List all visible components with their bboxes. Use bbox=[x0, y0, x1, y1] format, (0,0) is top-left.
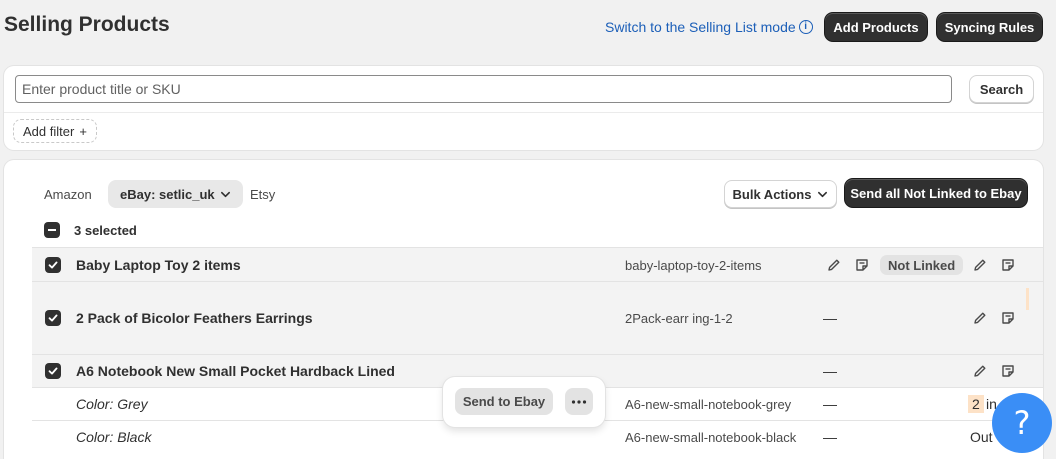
pencil-icon[interactable] bbox=[826, 257, 842, 273]
product-sku: 2Pack-earr ing-1-2 bbox=[625, 311, 733, 326]
help-chat-button[interactable]: ? bbox=[992, 393, 1052, 453]
variant-label: Color: Black bbox=[76, 429, 152, 445]
product-title[interactable]: A6 Notebook New Small Pocket Hardback Li… bbox=[76, 363, 395, 379]
tab-amazon[interactable]: Amazon bbox=[44, 180, 92, 208]
page-title: Selling Products bbox=[4, 13, 170, 36]
search-button[interactable]: Search bbox=[969, 75, 1034, 103]
pencil-icon[interactable] bbox=[972, 257, 988, 273]
product-title[interactable]: Baby Laptop Toy 2 items bbox=[76, 257, 241, 273]
more-actions-button[interactable] bbox=[565, 388, 593, 415]
syncing-rules-button[interactable]: Syncing Rules bbox=[937, 13, 1042, 41]
quantity-badge: 2 bbox=[968, 395, 984, 413]
tab-etsy[interactable]: Etsy bbox=[250, 180, 275, 208]
add-filter-button[interactable]: Add filter + bbox=[13, 119, 97, 143]
table-row[interactable]: 2 Pack of Bicolor Feathers Earrings 2Pac… bbox=[32, 281, 1043, 354]
empty-value: — bbox=[823, 363, 837, 379]
divider bbox=[4, 112, 1043, 113]
row-checkbox[interactable] bbox=[45, 310, 61, 326]
table-row[interactable]: Baby Laptop Toy 2 items baby-laptop-toy-… bbox=[32, 247, 1043, 281]
row-checkbox[interactable] bbox=[45, 363, 61, 379]
product-title[interactable]: 2 Pack of Bicolor Feathers Earrings bbox=[76, 310, 313, 326]
empty-value: — bbox=[823, 429, 837, 445]
send-all-not-linked-button[interactable]: Send all Not Linked to Ebay bbox=[845, 179, 1027, 207]
check-icon bbox=[48, 314, 58, 322]
tab-ebay-label: eBay: setlic_uk bbox=[120, 186, 215, 202]
variant-sku: A6-new-small-notebook-grey bbox=[625, 397, 792, 412]
info-icon: i bbox=[798, 20, 813, 34]
plus-icon: + bbox=[79, 123, 87, 139]
note-icon[interactable] bbox=[1000, 310, 1016, 326]
send-to-ebay-button[interactable]: Send to Ebay bbox=[455, 388, 553, 415]
variant-sku: A6-new-small-notebook-black bbox=[625, 430, 797, 445]
question-mark-icon: ? bbox=[1013, 404, 1031, 442]
chevron-down-icon bbox=[220, 191, 230, 197]
stock-status-text: Out bbox=[970, 429, 993, 445]
selection-bar: 3 selected bbox=[44, 220, 137, 240]
search-input[interactable] bbox=[15, 75, 952, 103]
empty-value: — bbox=[823, 310, 837, 326]
row-actions-popover: Send to Ebay bbox=[443, 377, 605, 427]
variant-label: Color: Grey bbox=[76, 396, 148, 412]
note-icon[interactable] bbox=[854, 257, 870, 273]
row-checkbox[interactable] bbox=[45, 257, 61, 273]
bulk-actions-button[interactable]: Bulk Actions bbox=[724, 180, 837, 208]
status-badge: Not Linked bbox=[880, 255, 964, 275]
bulk-actions-label: Bulk Actions bbox=[732, 186, 812, 202]
pencil-icon[interactable] bbox=[972, 310, 988, 326]
empty-value: — bbox=[823, 396, 837, 412]
switch-mode-label: Switch to the Selling List mode bbox=[605, 19, 796, 35]
selected-count: 3 selected bbox=[74, 222, 137, 238]
add-products-button[interactable]: Add Products bbox=[825, 13, 927, 41]
pencil-icon[interactable] bbox=[972, 363, 988, 379]
switch-mode-link[interactable]: Switch to the Selling List mode i bbox=[605, 19, 813, 35]
add-filter-label: Add filter bbox=[23, 123, 75, 139]
note-icon[interactable] bbox=[1000, 363, 1016, 379]
tab-ebay[interactable]: eBay: setlic_uk bbox=[108, 180, 243, 208]
check-icon bbox=[48, 261, 58, 269]
chevron-down-icon bbox=[818, 191, 828, 197]
stock-highlight bbox=[1026, 288, 1029, 310]
ellipsis-icon bbox=[571, 399, 587, 404]
select-all-checkbox[interactable] bbox=[44, 222, 60, 238]
search-card: Search Add filter + bbox=[4, 66, 1043, 150]
page-header: Selling Products Switch to the Selling L… bbox=[0, 0, 1056, 56]
check-icon bbox=[48, 367, 58, 375]
product-sku: baby-laptop-toy-2-items bbox=[625, 258, 762, 273]
note-icon[interactable] bbox=[1000, 257, 1016, 273]
